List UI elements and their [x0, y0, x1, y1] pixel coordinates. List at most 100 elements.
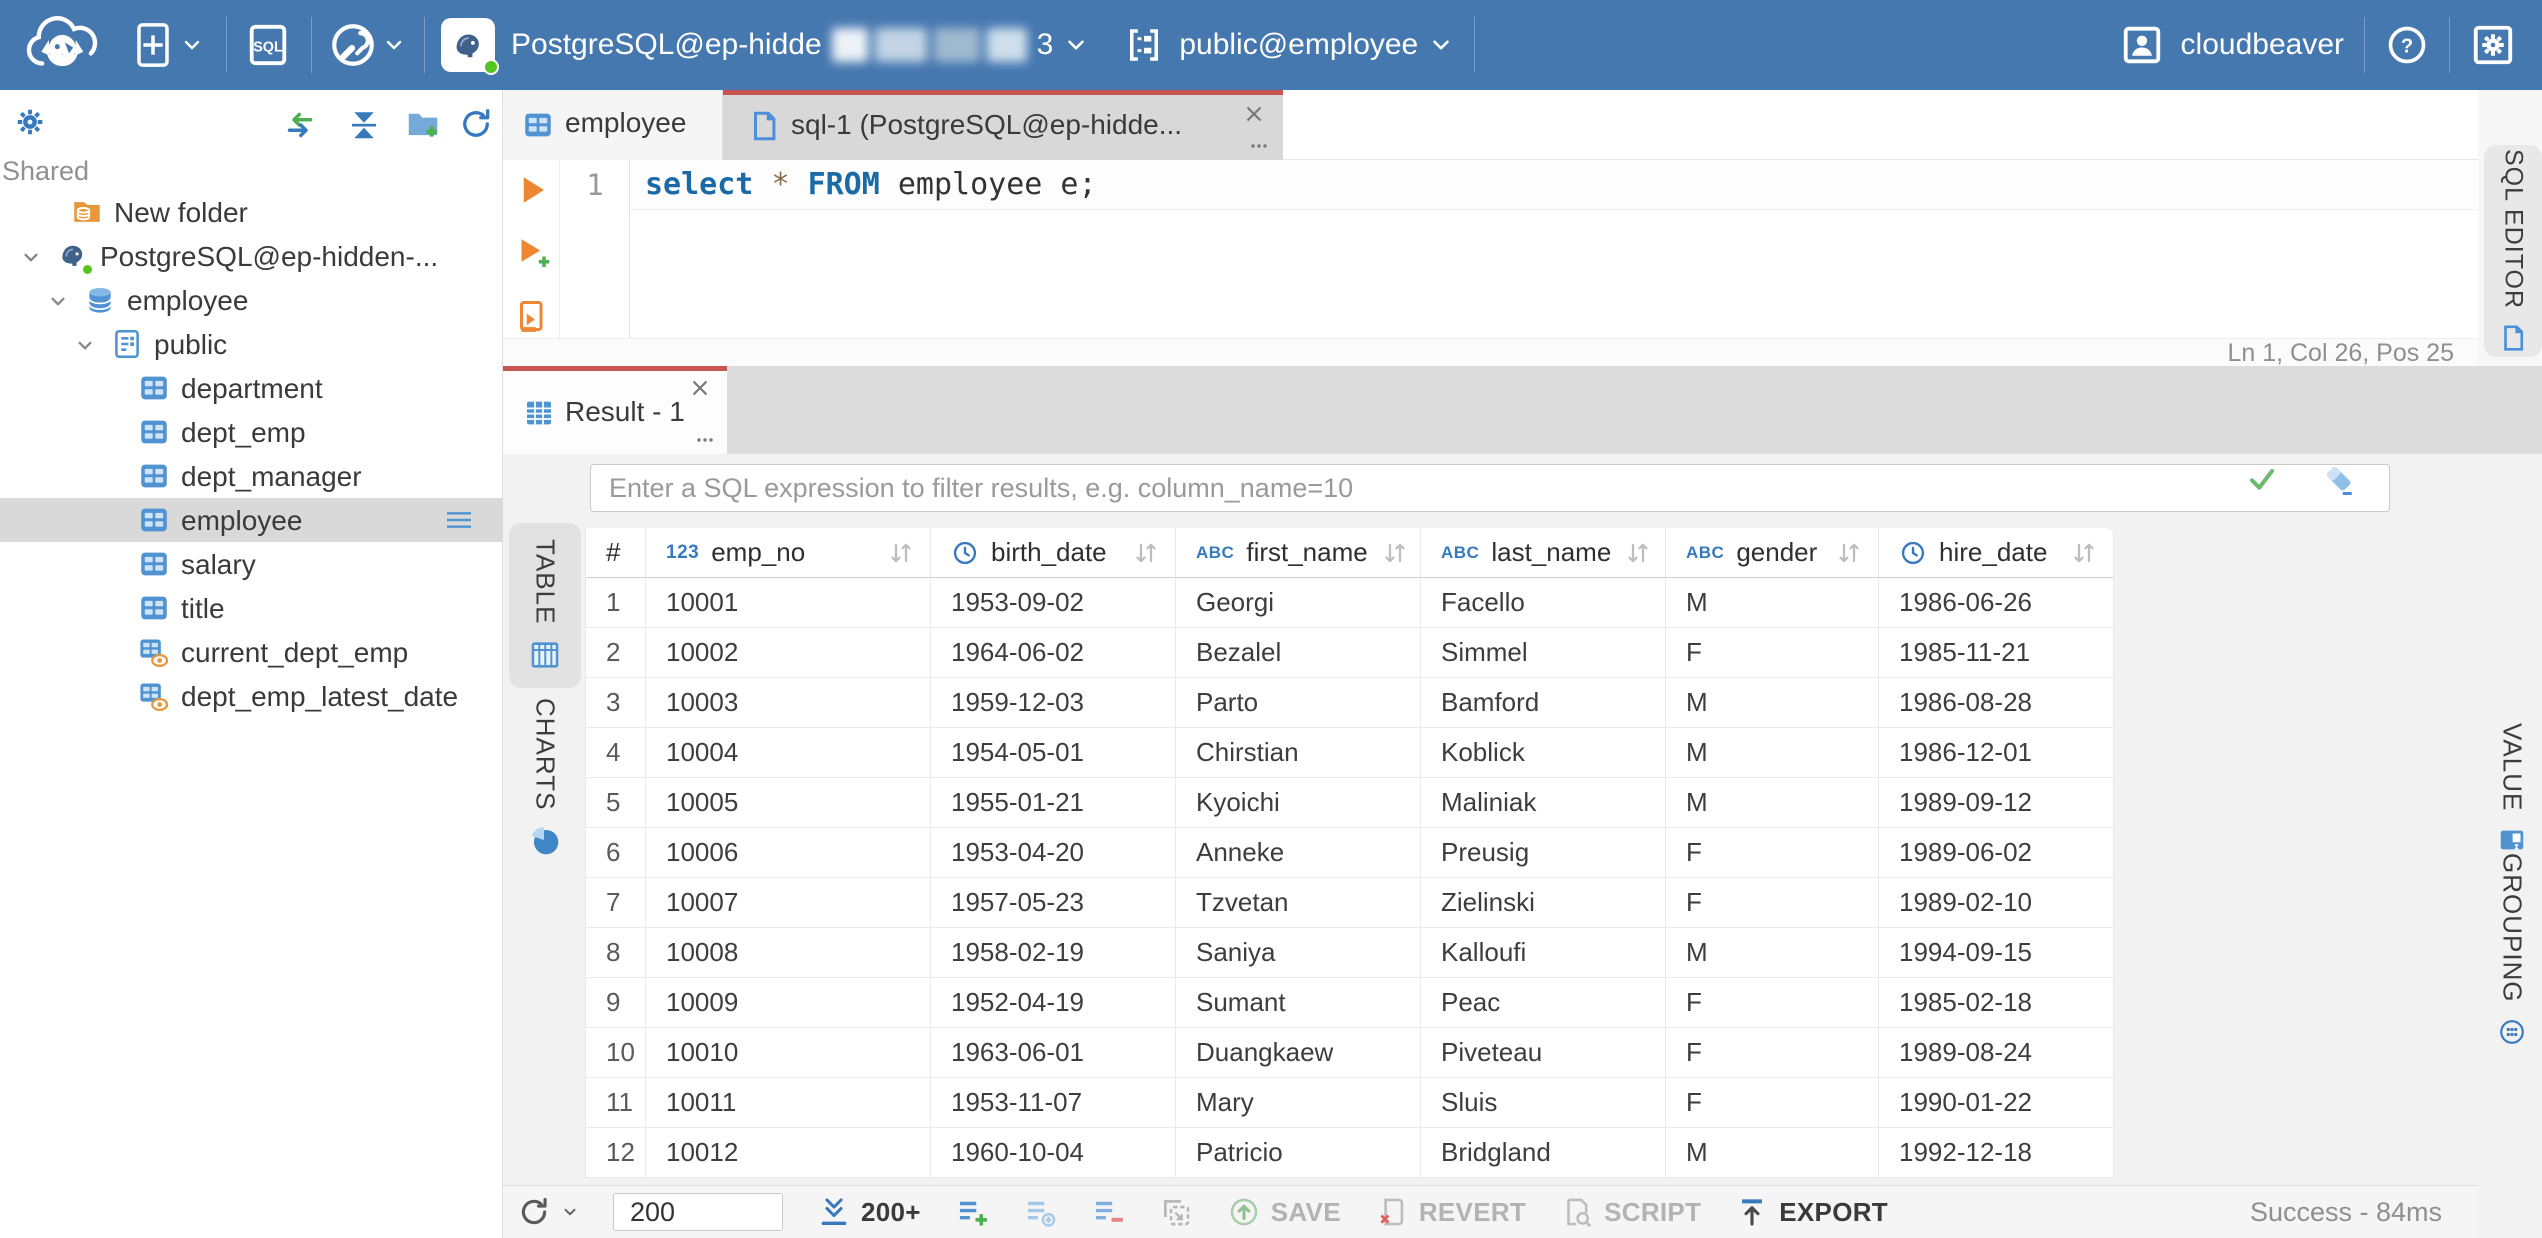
data-cell-birth_date[interactable]: 1953-04-20 [931, 828, 1176, 878]
tab-result-1[interactable]: Result - 1 [503, 366, 727, 454]
revert-button[interactable]: REVERT [1375, 1195, 1526, 1229]
sql-statement[interactable]: select * FROM employee e; [645, 167, 1097, 202]
data-cell-gender[interactable]: M [1666, 1128, 1879, 1178]
data-cell-gender[interactable]: F [1666, 978, 1879, 1028]
data-cell-first_name[interactable]: Parto [1176, 678, 1421, 728]
data-cell-emp_no[interactable]: 10002 [646, 628, 931, 678]
data-cell-first_name[interactable]: Patricio [1176, 1128, 1421, 1178]
add-row-icon[interactable] [955, 1195, 989, 1229]
data-cell-first_name[interactable]: Sumant [1176, 978, 1421, 1028]
data-cell-birth_date[interactable]: 1958-02-19 [931, 928, 1176, 978]
data-cell-last_name[interactable]: Zielinski [1421, 878, 1666, 928]
data-cell-hire_date[interactable]: 1986-06-26 [1879, 578, 2114, 628]
data-cell-emp_no[interactable]: 10006 [646, 828, 931, 878]
execute-new-tab-icon[interactable] [514, 234, 550, 270]
clear-filter-eraser-icon[interactable] [2321, 462, 2357, 498]
column-header-index[interactable]: # [586, 528, 646, 578]
data-cell-emp_no[interactable]: 10005 [646, 778, 931, 828]
execute-query-icon[interactable] [514, 172, 550, 208]
data-cell-birth_date[interactable]: 1953-09-02 [931, 578, 1176, 628]
data-cell-last_name[interactable]: Facello [1421, 578, 1666, 628]
column-header-first_name[interactable]: ABC first_name [1176, 528, 1421, 578]
row-index-cell[interactable]: 5 [586, 778, 646, 828]
row-index-cell[interactable]: 10 [586, 1028, 646, 1078]
data-cell-birth_date[interactable]: 1959-12-03 [931, 678, 1176, 728]
tree-item-employee[interactable]: employee [0, 498, 503, 542]
sort-arrows-icon[interactable] [886, 538, 916, 568]
data-cell-emp_no[interactable]: 10009 [646, 978, 931, 1028]
data-cell-last_name[interactable]: Preusig [1421, 828, 1666, 878]
data-cell-hire_date[interactable]: 1992-12-18 [1879, 1128, 2114, 1178]
refresh-results-button[interactable] [517, 1195, 579, 1229]
data-cell-hire_date[interactable]: 1989-02-10 [1879, 878, 2114, 928]
data-cell-first_name[interactable]: Mary [1176, 1078, 1421, 1128]
data-cell-first_name[interactable]: Georgi [1176, 578, 1421, 628]
data-cell-last_name[interactable]: Maliniak [1421, 778, 1666, 828]
data-cell-first_name[interactable]: Saniya [1176, 928, 1421, 978]
row-index-cell[interactable]: 1 [586, 578, 646, 628]
data-cell-last_name[interactable]: Peac [1421, 978, 1666, 1028]
tree-item-dept-manager[interactable]: dept_manager [0, 454, 503, 498]
data-cell-birth_date[interactable]: 1960-10-04 [931, 1128, 1176, 1178]
driver-manager-button[interactable] [328, 20, 406, 70]
data-cell-emp_no[interactable]: 10004 [646, 728, 931, 778]
sort-arrows-icon[interactable] [1380, 538, 1410, 568]
data-cell-first_name[interactable]: Bezalel [1176, 628, 1421, 678]
link-editor-sync-icon[interactable] [282, 107, 318, 143]
data-cell-hire_date[interactable]: 1994-09-15 [1879, 928, 2114, 978]
tab-menu-icon[interactable] [1247, 134, 1271, 158]
row-index-cell[interactable]: 8 [586, 928, 646, 978]
auto-refresh-icon[interactable] [1159, 1195, 1193, 1229]
tree-item-salary[interactable]: salary [0, 542, 503, 586]
duplicate-row-icon[interactable] [1023, 1195, 1057, 1229]
data-cell-emp_no[interactable]: 10007 [646, 878, 931, 928]
data-cell-first_name[interactable]: Anneke [1176, 828, 1421, 878]
row-index-cell[interactable]: 7 [586, 878, 646, 928]
refresh-tree-icon[interactable] [458, 106, 494, 142]
data-cell-last_name[interactable]: Sluis [1421, 1078, 1666, 1128]
new-folder-icon[interactable] [404, 105, 442, 143]
data-cell-emp_no[interactable]: 10008 [646, 928, 931, 978]
tree-item-dept-emp-latest-date[interactable]: dept_emp_latest_date [0, 674, 503, 718]
data-cell-birth_date[interactable]: 1957-05-23 [931, 878, 1176, 928]
data-cell-hire_date[interactable]: 1989-08-24 [1879, 1028, 2114, 1078]
schema-selector[interactable]: public@employee [1123, 24, 1454, 66]
apply-filter-check-icon[interactable] [2246, 463, 2278, 495]
data-cell-emp_no[interactable]: 10011 [646, 1078, 931, 1128]
sort-arrows-icon[interactable] [1131, 538, 1161, 568]
row-index-cell[interactable]: 2 [586, 628, 646, 678]
data-cell-last_name[interactable]: Simmel [1421, 628, 1666, 678]
data-cell-birth_date[interactable]: 1952-04-19 [931, 978, 1176, 1028]
data-cell-hire_date[interactable]: 1989-06-02 [1879, 828, 2114, 878]
code-area[interactable]: select * FROM employee e; [631, 160, 2478, 338]
export-button[interactable]: EXPORT [1735, 1195, 1888, 1229]
sort-arrows-icon[interactable] [1623, 538, 1653, 568]
panel-tab-sql-editor[interactable]: SQL EDITOR [2484, 145, 2542, 357]
data-cell-hire_date[interactable]: 1990-01-22 [1879, 1078, 2114, 1128]
row-index-cell[interactable]: 12 [586, 1128, 646, 1178]
data-cell-gender[interactable]: M [1666, 778, 1879, 828]
data-cell-gender[interactable]: M [1666, 728, 1879, 778]
data-cell-gender[interactable]: F [1666, 1078, 1879, 1128]
data-cell-first_name[interactable]: Tzvetan [1176, 878, 1421, 928]
data-cell-emp_no[interactable]: 10012 [646, 1128, 931, 1178]
data-cell-hire_date[interactable]: 1985-11-21 [1879, 628, 2114, 678]
data-cell-emp_no[interactable]: 10001 [646, 578, 931, 628]
expander-chevron-icon[interactable] [18, 244, 44, 270]
column-header-gender[interactable]: ABC gender [1666, 528, 1879, 578]
data-cell-first_name[interactable]: Duangkaew [1176, 1028, 1421, 1078]
data-cell-emp_no[interactable]: 10010 [646, 1028, 931, 1078]
column-header-hire_date[interactable]: hire_date [1879, 528, 2114, 578]
tree-item-postgresql-ep-hidden[interactable]: PostgreSQL@ep-hidden-... [0, 234, 503, 278]
execute-script-icon[interactable] [514, 298, 550, 334]
data-cell-birth_date[interactable]: 1953-11-07 [931, 1078, 1176, 1128]
data-cell-last_name[interactable]: Bridgland [1421, 1128, 1666, 1178]
tab-employee[interactable]: employee [503, 90, 723, 160]
row-index-cell[interactable]: 9 [586, 978, 646, 1028]
navigator-settings-gear-icon[interactable] [12, 104, 48, 140]
data-cell-gender[interactable]: M [1666, 578, 1879, 628]
column-header-birth_date[interactable]: birth_date [931, 528, 1176, 578]
script-button[interactable]: SCRIPT [1560, 1195, 1701, 1229]
close-icon[interactable] [687, 375, 713, 401]
data-cell-first_name[interactable]: Chirstian [1176, 728, 1421, 778]
